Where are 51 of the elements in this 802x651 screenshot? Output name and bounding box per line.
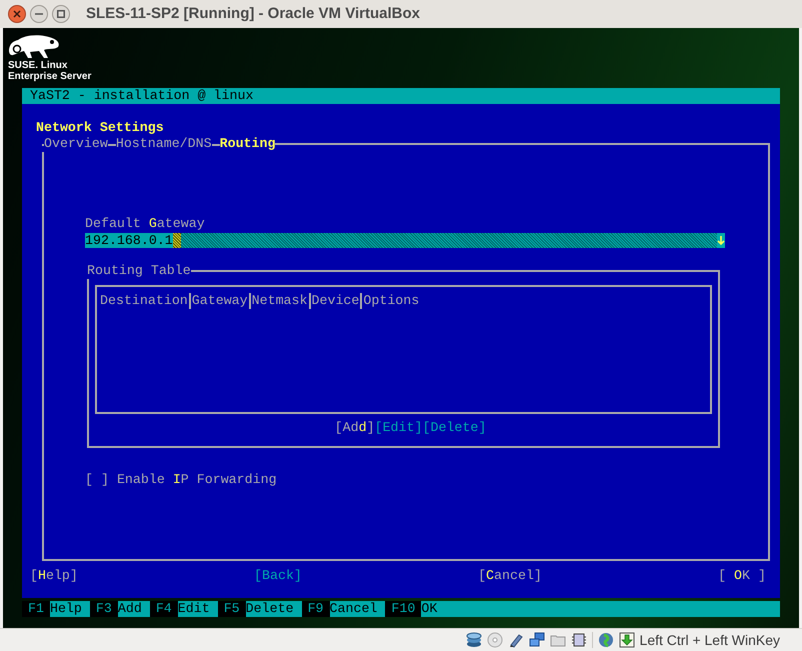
dialog-title: Network Settings (36, 120, 165, 136)
function-key: F1 (22, 601, 50, 617)
minimize-button[interactable] (30, 5, 48, 23)
function-key: F3 (90, 601, 118, 617)
hard-disk-icon[interactable] (466, 632, 482, 648)
function-key: F4 (150, 601, 178, 617)
function-key-label[interactable]: Add (118, 601, 150, 617)
close-icon (13, 10, 21, 18)
frame-title: Routing Table (87, 263, 191, 279)
field-value: 192.168.0.1 (85, 233, 173, 248)
logo-text: SUSE. Linux (8, 60, 68, 71)
tab[interactable]: Overview (44, 136, 108, 152)
column-header[interactable]: Destination (99, 293, 191, 309)
column-header[interactable]: Gateway (190, 293, 251, 309)
globe-icon[interactable] (598, 632, 614, 648)
function-key: F10 (385, 601, 422, 617)
function-key-label[interactable]: Help (50, 601, 90, 617)
routing-table[interactable]: Destination Gateway Netmask Device Options (95, 285, 712, 414)
function-key: F5 (218, 601, 246, 617)
checkbox-label: Enable IP Forwarding (116, 472, 277, 488)
checkbox[interactable]: [ ] (85, 472, 109, 488)
maximize-button[interactable] (52, 5, 70, 23)
function-key-label[interactable]: Delete (246, 601, 302, 617)
gateway-field[interactable]: 192.168.0.1 (85, 233, 725, 248)
close-button[interactable] (8, 5, 26, 23)
maximize-icon (57, 10, 65, 18)
column-header[interactable]: Options (362, 293, 420, 309)
column-header[interactable]: Netmask (250, 293, 310, 309)
download-arrow-icon[interactable] (618, 632, 635, 648)
dialog-button[interactable]: [ OK ] (718, 568, 766, 584)
tab[interactable]: Hostname/DNS (116, 136, 212, 152)
column-header[interactable]: Device (310, 293, 362, 309)
network-icon[interactable] (528, 632, 545, 648)
chameleon-icon (8, 34, 60, 60)
logo-text: Enterprise Server (8, 71, 92, 82)
host-key-label: Left Ctrl + Left WinKey (640, 630, 780, 650)
field-label: Default Gateway (85, 216, 205, 232)
tab[interactable]: Routing (220, 136, 276, 152)
minimize-icon (35, 13, 43, 15)
function-key-label[interactable]: Edit (178, 601, 218, 617)
dropdown-arrow-icon[interactable] (717, 233, 725, 248)
app-title-bar: YaST2 - installation @ linux (22, 88, 780, 104)
function-key: F9 (302, 601, 330, 617)
function-key-label[interactable]: Cancel (330, 601, 386, 617)
dialog-button[interactable]: [Cancel] (478, 568, 542, 584)
table-button[interactable]: [Add] (334, 420, 375, 436)
pen-icon[interactable] (508, 632, 524, 648)
window-title: SLES-11-SP2 [Running] - Oracle VM VirtualBox (86, 4, 420, 24)
function-key-label[interactable]: OK (421, 601, 780, 617)
chip-icon[interactable] (570, 632, 587, 648)
dialog-button[interactable]: [Help] (30, 568, 78, 584)
